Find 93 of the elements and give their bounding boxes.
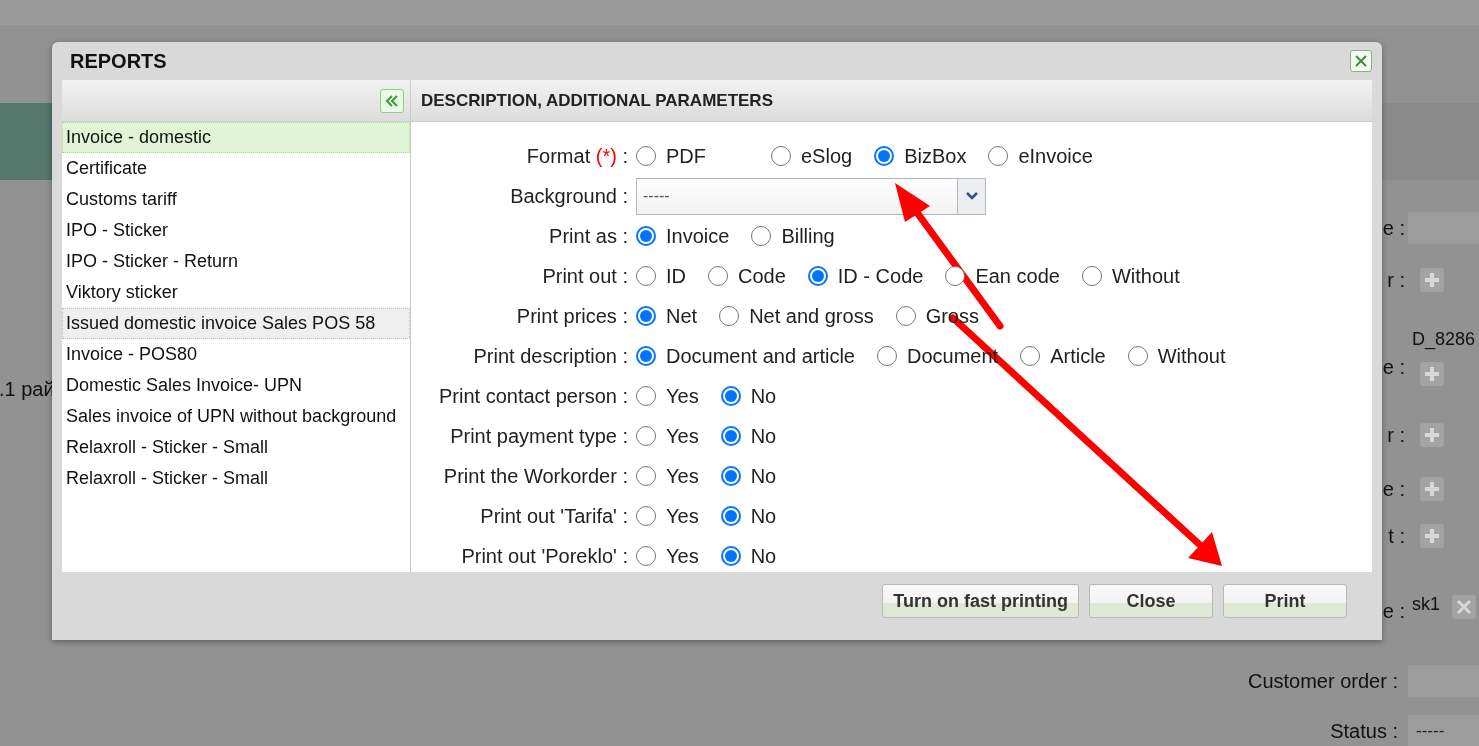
radio-button[interactable] (877, 346, 897, 366)
radio-button[interactable] (1020, 346, 1041, 366)
radio-button[interactable] (636, 466, 656, 486)
field-label: Customer order : (1247, 669, 1398, 694)
radio-label: No (750, 384, 777, 409)
radio-button[interactable] (636, 426, 656, 446)
radio-label: No (750, 464, 777, 489)
radio-button[interactable] (751, 226, 772, 246)
plus-icon[interactable] (1420, 361, 1444, 386)
radio-button[interactable] (636, 346, 656, 366)
field-label: Print payment type : (450, 424, 628, 449)
radio-label: eInvoice (1018, 144, 1093, 169)
field-label: r : (1387, 423, 1405, 448)
radio-button[interactable] (719, 306, 740, 326)
radio-button[interactable] (874, 146, 895, 166)
radio-label: Gross (925, 304, 979, 329)
radio-label: PDF (666, 144, 706, 169)
dialog-button[interactable]: Close (1089, 584, 1213, 618)
radio-label: eSlog (801, 144, 853, 169)
report-item[interactable]: Invoice - domestic (62, 122, 410, 153)
field-label: Print out 'Poreklo' : (461, 544, 628, 569)
close-icon (1354, 54, 1368, 68)
radio-label: Net (666, 304, 698, 329)
collapse-button[interactable] (380, 88, 404, 113)
radio-button[interactable] (720, 546, 741, 566)
chevron-down-icon (964, 191, 979, 201)
double-chevron-left-icon (385, 94, 399, 107)
radio-label: No (750, 424, 777, 449)
radio-label: ID - Code (837, 264, 924, 289)
radio-button[interactable] (945, 266, 966, 286)
radio-button[interactable] (807, 266, 828, 286)
panel-title: DESCRIPTION, ADDITIONAL PARAMETERS (421, 89, 773, 112)
radio-button[interactable] (636, 506, 656, 526)
value-text: D_8286 (1412, 329, 1477, 348)
radio-button[interactable] (720, 506, 741, 526)
close-button[interactable] (1350, 50, 1372, 72)
radio-label: Yes (666, 504, 699, 529)
field-label: Print as : (549, 224, 628, 249)
radio-label: Invoice (666, 224, 730, 249)
dialog-button[interactable]: Turn on fast printing (882, 584, 1079, 618)
radio-button[interactable] (771, 146, 791, 166)
field-label: r : (1387, 268, 1405, 293)
dialog-title: REPORTS (70, 49, 167, 74)
radio-button[interactable] (636, 546, 656, 566)
radio-label: No (750, 504, 777, 529)
radio-label: Yes (666, 464, 699, 489)
radio-button[interactable] (720, 386, 741, 406)
field-label: Print prices : (516, 304, 628, 329)
radio-button[interactable] (636, 266, 656, 286)
field-label: Format (*) : (526, 144, 628, 169)
field-label: t : (1388, 524, 1405, 549)
radio-label: No (750, 544, 777, 569)
radio-label: Ean code (975, 264, 1060, 289)
radio-button[interactable] (720, 466, 741, 486)
background-select[interactable]: ----- (636, 177, 986, 215)
radio-button[interactable] (708, 266, 728, 286)
radio-button[interactable] (1127, 346, 1148, 366)
report-item[interactable]: Issued domestic invoice Sales POS 58 (62, 308, 410, 339)
radio-label: BizBox (904, 144, 967, 169)
radio-button[interactable] (636, 306, 656, 326)
field-label: Background : (510, 184, 628, 209)
field-label: e : (1382, 477, 1405, 502)
field-label: e : (1382, 599, 1405, 624)
radio-label: Article (1050, 344, 1106, 369)
radio-button[interactable] (1081, 266, 1102, 286)
field-label: Print out : (542, 264, 628, 289)
field-label: Print out 'Tarifa' : (480, 504, 628, 529)
radio-button[interactable] (720, 426, 741, 446)
radio-label: Yes (666, 384, 699, 409)
field-label: Print contact person : (439, 384, 628, 409)
field-label: e : (1382, 355, 1405, 380)
radio-label: Net and gross (749, 304, 874, 329)
radio-label: Billing (781, 224, 835, 249)
radio-label: Yes (666, 424, 699, 449)
radio-label: Code (738, 264, 786, 289)
radio-label: Without (1157, 344, 1226, 369)
field-label: Print the Workorder : (443, 464, 628, 489)
radio-label: Document and article (666, 344, 855, 369)
value-text: sk1 (1412, 595, 1440, 613)
radio-label: ID (666, 264, 686, 289)
field-label: Print description : (473, 344, 628, 369)
dialog-button[interactable]: Print (1223, 584, 1347, 618)
field-label: Status : (1330, 719, 1398, 744)
radio-button[interactable] (895, 306, 916, 326)
radio-button[interactable] (988, 146, 1009, 166)
radio-label: Yes (666, 544, 699, 569)
dropdown-button[interactable] (957, 178, 985, 214)
radio-button[interactable] (636, 226, 656, 246)
radio-label: Without (1111, 264, 1180, 289)
text-field[interactable]: ----- (1408, 715, 1479, 746)
radio-button[interactable] (636, 386, 656, 406)
field-label: e : (1382, 216, 1405, 241)
radio-button[interactable] (636, 146, 656, 166)
